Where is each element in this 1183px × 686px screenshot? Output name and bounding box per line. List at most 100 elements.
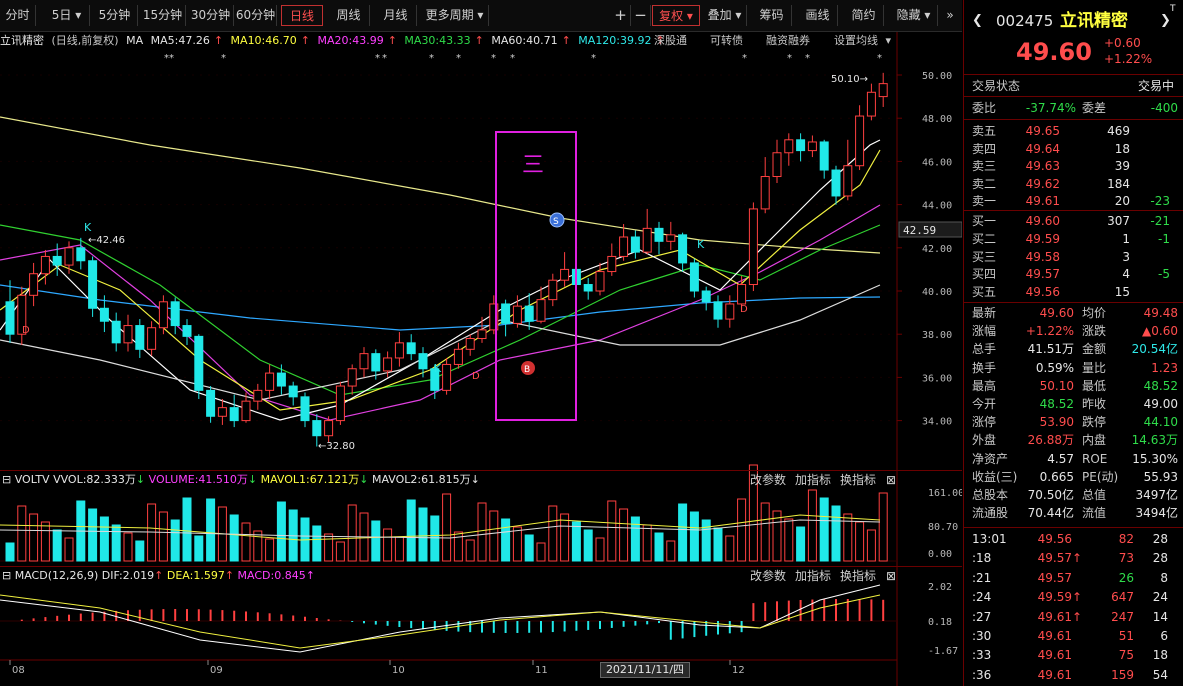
event-star-icon[interactable]: *: [429, 53, 434, 64]
macd-collapse-icon[interactable]: ⊟: [2, 569, 11, 582]
macd-edit-params-button[interactable]: 改参数: [750, 567, 786, 585]
simple-button[interactable]: 简约: [844, 5, 884, 26]
vol-switch-indicator-button[interactable]: 换指标: [840, 471, 876, 489]
tab-weekly[interactable]: 周线: [328, 5, 370, 26]
ask-price[interactable]: 49.65: [1012, 122, 1060, 140]
volume-bar: [878, 492, 888, 562]
bid-row: 买一 49.60 307 -21: [964, 212, 1183, 230]
volume-bar: [88, 508, 98, 562]
event-star-icon[interactable]: *: [805, 53, 810, 64]
event-star-icon[interactable]: *: [510, 53, 515, 64]
bid-price[interactable]: 49.59: [1012, 230, 1060, 248]
tick-arrow: ↑: [1072, 590, 1083, 605]
last-price: 49.60: [1016, 38, 1092, 66]
candle-body: [583, 284, 593, 292]
volume-bar: [359, 512, 369, 562]
volume-bar: [784, 518, 794, 562]
bid-level-label: 买五: [972, 285, 997, 300]
vol-edit-params-button[interactable]: 改参数: [750, 471, 786, 489]
tab-5min[interactable]: 5分钟: [92, 5, 138, 26]
zoom-out-button[interactable]: −: [631, 5, 651, 26]
link-hk-connect[interactable]: 深股通: [654, 32, 687, 50]
tab-daily[interactable]: 日线: [281, 5, 323, 26]
event-star-icon[interactable]: *: [491, 53, 496, 64]
candle-body: [666, 234, 676, 242]
link-margin[interactable]: 融资融券: [766, 32, 810, 50]
tab-intraday[interactable]: 分时: [0, 5, 36, 26]
bid-price[interactable]: 49.60: [1012, 212, 1060, 230]
candle-body: [772, 152, 782, 178]
candle-body: [512, 305, 522, 324]
tab-monthly[interactable]: 月线: [375, 5, 417, 26]
vol-add-indicator-button[interactable]: 加指标: [795, 471, 831, 489]
wc-value: -400: [1150, 101, 1178, 115]
candle-body: [52, 255, 62, 266]
volume-bar: [453, 531, 463, 562]
event-star-icon[interactable]: *: [169, 53, 174, 64]
tab-15min[interactable]: 15分钟: [140, 5, 186, 26]
volume-bar: [241, 522, 251, 562]
vol-close-icon[interactable]: ⊠: [886, 471, 896, 489]
bid-price[interactable]: 49.58: [1012, 248, 1060, 266]
draw-button[interactable]: 画线: [798, 5, 838, 26]
back-icon[interactable]: ❮: [972, 8, 983, 34]
tab-60min[interactable]: 60分钟: [235, 5, 277, 26]
candle-body: [737, 284, 747, 305]
ma-lines: [0, 116, 881, 421]
macd-close-icon[interactable]: ⊠: [886, 567, 896, 585]
stat-value: 55.93: [1143, 469, 1178, 484]
macd-add-indicator-button[interactable]: 加指标: [795, 567, 831, 585]
candle-body: [276, 372, 286, 387]
event-star-icon[interactable]: *: [742, 53, 747, 64]
volume-bar: [654, 532, 664, 562]
ask-price[interactable]: 49.62: [1012, 175, 1060, 193]
volume-bar: [371, 520, 381, 562]
ask-price[interactable]: 49.63: [1012, 157, 1060, 175]
volume-bar: [701, 519, 711, 562]
collapse-icon[interactable]: »: [940, 5, 960, 26]
ask-price[interactable]: 49.61: [1012, 192, 1060, 210]
volume-bar: [40, 521, 50, 562]
price-grid: [0, 74, 897, 422]
bid-price[interactable]: 49.57: [1012, 265, 1060, 283]
price-axis: 50.00 48.00 46.00 44.00 42.00 40.00 38.00 36.00…: [897, 71, 952, 428]
candle-body: [831, 169, 841, 197]
volume-bar: [737, 498, 747, 562]
event-star-icon[interactable]: *: [382, 53, 387, 64]
event-star-icon[interactable]: *: [877, 53, 882, 64]
hide-button[interactable]: 隐藏 ▾: [890, 5, 938, 26]
bid-row: 买三 49.58 3: [964, 248, 1183, 266]
event-star-icon[interactable]: *: [591, 53, 596, 64]
event-star-icon[interactable]: *: [456, 53, 461, 64]
bid-price[interactable]: 49.56: [1012, 283, 1060, 301]
event-star-icon[interactable]: *: [375, 53, 380, 64]
vol-collapse-icon[interactable]: ⊟: [2, 473, 11, 486]
link-ma-settings[interactable]: 设置均线 ▾: [834, 32, 891, 50]
tab-5day[interactable]: 5日 ▾: [44, 5, 90, 26]
event-star-icon[interactable]: *: [787, 53, 792, 64]
adjust-button[interactable]: 复权 ▾: [652, 5, 700, 26]
volume-bar: [29, 513, 39, 562]
macd-switch-indicator-button[interactable]: 换指标: [840, 567, 876, 585]
tab-30min[interactable]: 30分钟: [188, 5, 234, 26]
stat-value: 3494亿: [1135, 506, 1178, 521]
overlay-button[interactable]: 叠加 ▾: [703, 5, 747, 26]
volume-bar: [819, 497, 829, 562]
ask-price[interactable]: 49.64: [1012, 140, 1060, 158]
d-marker: D: [22, 325, 30, 336]
tick-time: :27: [972, 609, 992, 624]
event-star-icon[interactable]: *: [221, 53, 226, 64]
stat-row: 流通股 70.44亿 流值 3494亿: [964, 504, 1183, 522]
chips-button[interactable]: 筹码: [752, 5, 792, 26]
event-star-icon[interactable]: *: [164, 53, 169, 64]
link-convertible[interactable]: 可转债: [710, 32, 743, 50]
volume-bar: [678, 503, 688, 562]
volume-bar: [5, 542, 15, 562]
tab-more-periods[interactable]: 更多周期 ▾: [421, 5, 489, 26]
zoom-in-button[interactable]: +: [611, 5, 631, 26]
candle-body: [748, 208, 758, 286]
macd-value: MACD:0.845: [237, 569, 306, 582]
candle-body: [642, 227, 652, 253]
volume-bar: [560, 513, 570, 562]
tab-more-label: 更多周期: [425, 8, 474, 22]
